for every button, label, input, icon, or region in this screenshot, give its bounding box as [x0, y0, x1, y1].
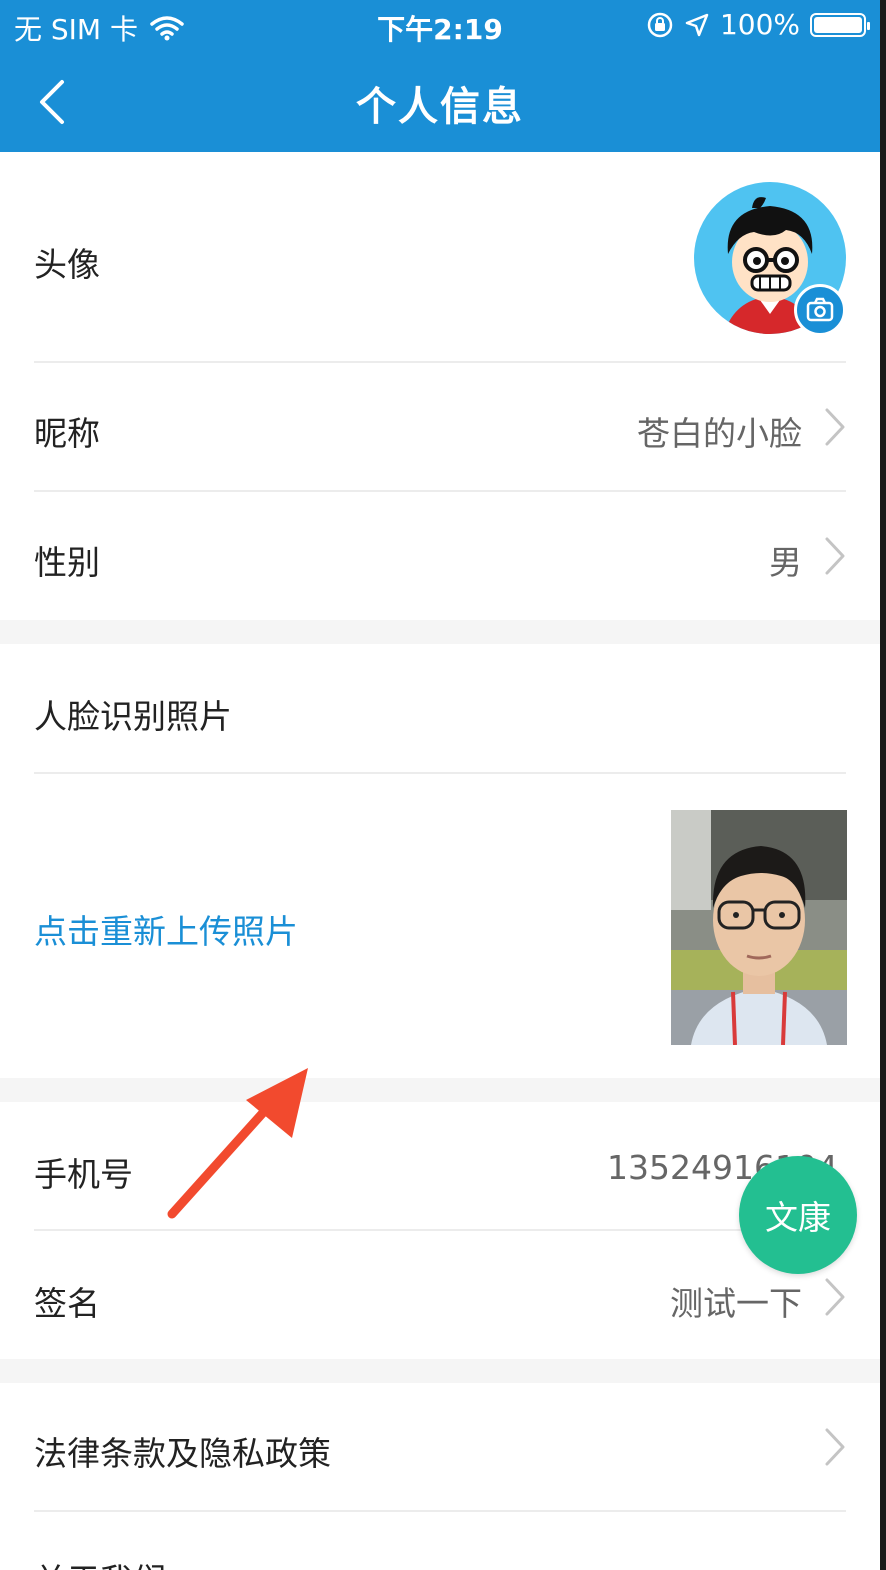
legal-row[interactable]: 法律条款及隐私政策 [0, 1383, 880, 1511]
location-icon [685, 13, 709, 36]
signature-label: 签名 [34, 1284, 100, 1323]
section-gap [0, 1359, 880, 1383]
gender-label: 性别 [34, 543, 100, 582]
signature-row[interactable]: 签名 测试一下 [0, 1231, 880, 1359]
face-photo-image [671, 810, 847, 1045]
phone-label: 手机号 [34, 1155, 133, 1194]
status-bar: 无 SIM 卡 下午2:19 100% [0, 0, 880, 52]
annotation-arrow-icon [167, 1068, 308, 1219]
gender-value: 男 [769, 543, 802, 582]
reupload-photo-link[interactable]: 点击重新上传照片 [34, 905, 298, 953]
section-gap [0, 620, 880, 644]
face-photo-label: 人脸识别照片 [34, 697, 232, 736]
screen: 无 SIM 卡 下午2:19 100% 个人信息 头像 昵称 苍白的小脸 性别 … [0, 0, 880, 1570]
about-row[interactable]: 关于我们 [0, 1512, 880, 1570]
face-photo[interactable] [671, 810, 847, 1045]
page-title: 个人信息 [356, 84, 524, 130]
about-label: 关于我们 [34, 1554, 166, 1570]
battery-icon [810, 12, 870, 37]
chevron-right-icon [825, 537, 845, 575]
chevron-right-icon [825, 1428, 845, 1466]
gender-row[interactable]: 性别 男 [0, 492, 880, 620]
nickname-label: 昵称 [34, 414, 100, 453]
face-photo-header-row: 人脸识别照片 [0, 644, 880, 772]
header: 无 SIM 卡 下午2:19 100% 个人信息 [0, 0, 880, 152]
nav-bar: 个人信息 [0, 52, 880, 152]
window-edge [880, 0, 886, 1570]
rotation-lock-icon [647, 12, 673, 37]
status-right: 100% [646, 8, 870, 41]
avatar-label: 头像 [34, 245, 100, 284]
chevron-right-icon [825, 408, 845, 446]
nickname-value: 苍白的小脸 [637, 414, 802, 453]
chevron-right-icon [825, 1278, 845, 1316]
signature-value: 测试一下 [670, 1284, 802, 1323]
camera-icon[interactable] [794, 284, 846, 336]
legal-label: 法律条款及隐私政策 [34, 1434, 331, 1473]
fab-label: 文康 [765, 1198, 831, 1237]
battery-percent: 100% [719, 8, 800, 41]
floating-contact-button[interactable]: 文康 [739, 1156, 857, 1274]
section-gap [0, 1078, 880, 1102]
nickname-row[interactable]: 昵称 苍白的小脸 [0, 363, 880, 491]
